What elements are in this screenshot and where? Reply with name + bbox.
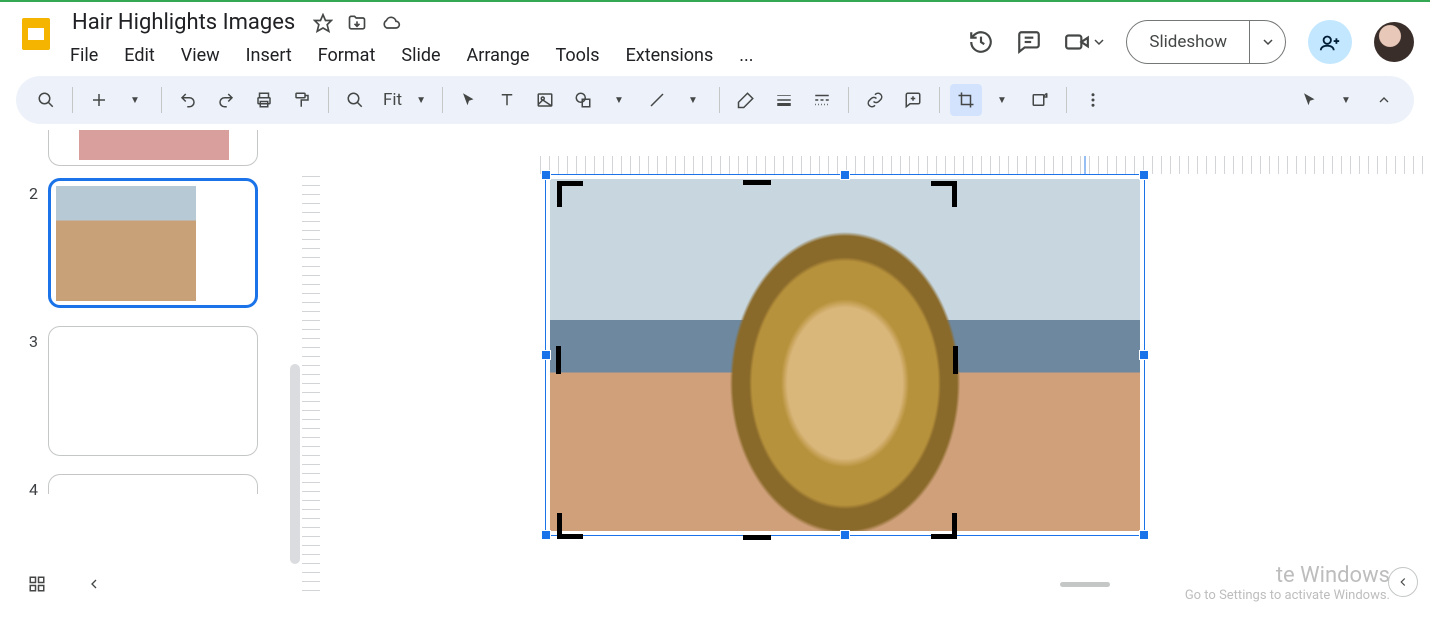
crop-handle-edge[interactable] bbox=[953, 346, 958, 374]
resize-handle-ne[interactable] bbox=[1139, 170, 1149, 180]
move-icon[interactable] bbox=[347, 13, 367, 33]
filmstrip: 2 3 4 bbox=[0, 124, 300, 597]
slide-number: 2 bbox=[20, 178, 38, 203]
undo-button[interactable] bbox=[172, 84, 204, 116]
line-tool[interactable] bbox=[641, 84, 673, 116]
reset-image-button[interactable] bbox=[1024, 84, 1056, 116]
document-title[interactable]: Hair Highlights Images bbox=[68, 8, 299, 37]
shape-dropdown[interactable]: ▼ bbox=[603, 84, 635, 116]
resize-handle-w[interactable] bbox=[541, 350, 551, 360]
menu-edit[interactable]: Edit bbox=[122, 43, 156, 68]
zoom-dropdown[interactable]: Fit▼ bbox=[377, 84, 432, 116]
comments-icon[interactable] bbox=[1016, 29, 1042, 55]
resize-handle-sw[interactable] bbox=[541, 530, 551, 540]
crop-handle-corner[interactable] bbox=[557, 513, 562, 539]
windows-activation-watermark: te Windows Go to Settings to activate Wi… bbox=[1185, 563, 1390, 603]
title-area: Hair Highlights Images File Edit View In… bbox=[68, 8, 756, 68]
filmstrip-scrollbar[interactable] bbox=[290, 364, 300, 564]
crop-handle-edge[interactable] bbox=[743, 180, 771, 185]
redo-button[interactable] bbox=[210, 84, 242, 116]
mask-dropdown[interactable]: ▼ bbox=[986, 84, 1018, 116]
ruler-horizontal bbox=[540, 156, 1430, 174]
chevron-left-icon[interactable] bbox=[86, 576, 102, 592]
meet-icon[interactable] bbox=[1064, 29, 1104, 55]
menu-view[interactable]: View bbox=[179, 43, 222, 68]
menu-file[interactable]: File bbox=[68, 43, 100, 68]
border-dash-button[interactable] bbox=[806, 84, 838, 116]
crop-handle-edge[interactable] bbox=[743, 535, 771, 540]
slides-logo[interactable] bbox=[16, 14, 56, 54]
slide-number: 4 bbox=[20, 474, 38, 499]
editing-mode-dropdown[interactable]: ▼ bbox=[1330, 84, 1362, 116]
slideshow-button-group: Slideshow bbox=[1126, 20, 1286, 64]
crop-handle-corner[interactable] bbox=[557, 181, 562, 207]
slide-thumbnail-1[interactable] bbox=[48, 130, 258, 166]
crop-handle-corner[interactable] bbox=[952, 513, 957, 539]
new-slide-dropdown[interactable]: ▼ bbox=[119, 84, 151, 116]
menu-extensions[interactable]: Extensions bbox=[624, 43, 716, 68]
more-options-button[interactable] bbox=[1077, 84, 1109, 116]
cloud-status-icon[interactable] bbox=[381, 13, 401, 33]
crop-bounds[interactable] bbox=[557, 181, 957, 539]
menu-format[interactable]: Format bbox=[316, 43, 378, 68]
side-panel-toggle[interactable] bbox=[1388, 567, 1418, 597]
menu-arrange[interactable]: Arrange bbox=[465, 43, 532, 68]
app-header: Hair Highlights Images File Edit View In… bbox=[0, 0, 1430, 68]
main-area: 2 3 4 bbox=[0, 124, 1430, 597]
footer-left bbox=[28, 575, 102, 593]
hide-menus-button[interactable] bbox=[1368, 84, 1400, 116]
comment-button[interactable] bbox=[897, 84, 929, 116]
slide-number: 3 bbox=[20, 326, 38, 351]
new-slide-button[interactable] bbox=[83, 84, 115, 116]
shape-tool[interactable] bbox=[567, 84, 599, 116]
line-dropdown[interactable]: ▼ bbox=[677, 84, 709, 116]
watermark-title: te Windows bbox=[1185, 563, 1390, 588]
crop-handle-edge[interactable] bbox=[556, 346, 561, 374]
star-icon[interactable] bbox=[313, 13, 333, 33]
zoom-icon[interactable] bbox=[339, 84, 371, 116]
watermark-subtitle: Go to Settings to activate Windows. bbox=[1185, 588, 1390, 603]
menu-slide[interactable]: Slide bbox=[399, 43, 442, 68]
resize-handle-nw[interactable] bbox=[541, 170, 551, 180]
crop-button[interactable] bbox=[950, 84, 982, 116]
slide-thumbnail-3[interactable] bbox=[48, 326, 258, 456]
paint-format-button[interactable] bbox=[286, 84, 318, 116]
border-color-button[interactable] bbox=[730, 84, 762, 116]
image-tool[interactable] bbox=[529, 84, 561, 116]
crop-handle-corner[interactable] bbox=[952, 181, 957, 207]
slide-thumbnail-4[interactable] bbox=[48, 474, 258, 494]
textbox-tool[interactable] bbox=[491, 84, 523, 116]
toolbar: ▼ Fit▼ ▼ ▼ ▼ ▼ bbox=[16, 76, 1414, 124]
slideshow-dropdown[interactable] bbox=[1249, 21, 1285, 63]
zoom-label: Fit bbox=[383, 90, 402, 110]
account-avatar[interactable] bbox=[1374, 22, 1414, 62]
select-tool[interactable] bbox=[453, 84, 485, 116]
history-icon[interactable] bbox=[968, 29, 994, 55]
canvas[interactable] bbox=[300, 124, 1430, 597]
grid-view-icon[interactable] bbox=[28, 575, 46, 593]
resize-handle-se[interactable] bbox=[1139, 530, 1149, 540]
speaker-notes-drag-handle[interactable] bbox=[1060, 582, 1110, 587]
ruler-vertical bbox=[302, 176, 320, 597]
print-button[interactable] bbox=[248, 84, 280, 116]
slideshow-button[interactable]: Slideshow bbox=[1127, 21, 1249, 63]
menu-tools[interactable]: Tools bbox=[554, 43, 602, 68]
editing-mode-button[interactable] bbox=[1294, 84, 1326, 116]
share-button[interactable] bbox=[1308, 20, 1352, 64]
link-button[interactable] bbox=[859, 84, 891, 116]
border-weight-button[interactable] bbox=[768, 84, 800, 116]
menu-insert[interactable]: Insert bbox=[244, 43, 294, 68]
menu-bar: File Edit View Insert Format Slide Arran… bbox=[68, 43, 756, 68]
resize-handle-n[interactable] bbox=[840, 170, 850, 180]
slide-thumbnail-2[interactable] bbox=[48, 178, 258, 308]
menu-more[interactable]: ... bbox=[737, 43, 755, 68]
search-menus-icon[interactable] bbox=[30, 84, 62, 116]
resize-handle-e[interactable] bbox=[1139, 350, 1149, 360]
